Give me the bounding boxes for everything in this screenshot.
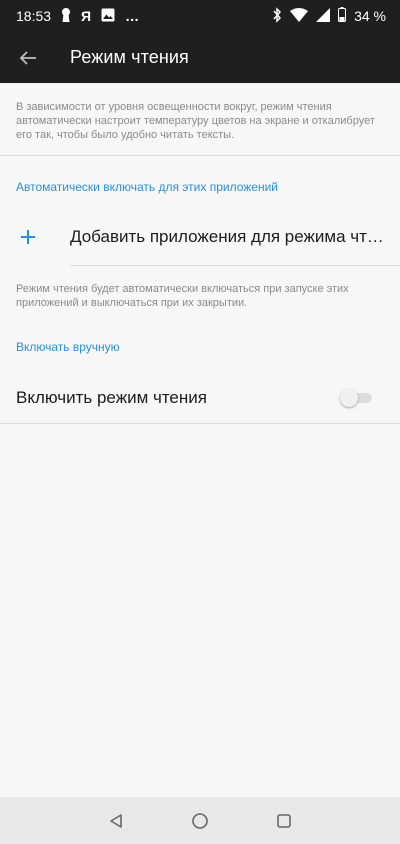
- reading-mode-toggle-row[interactable]: Включить режим чтения: [0, 374, 400, 422]
- image-icon: [101, 8, 115, 25]
- reading-mode-switch[interactable]: [340, 388, 374, 408]
- section-title-auto: Автоматически включать для этих приложен…: [16, 180, 278, 194]
- nav-recents-button[interactable]: [273, 810, 295, 832]
- auto-note: Режим чтения будет автоматически включат…: [16, 283, 349, 309]
- battery-percent: 34 %: [354, 8, 386, 24]
- back-button[interactable]: [0, 32, 56, 83]
- triangle-back-icon: [110, 813, 122, 828]
- more-dots-icon: …: [125, 8, 141, 24]
- navigation-bar: [0, 797, 400, 844]
- toggle-label: Включить режим чтения: [16, 388, 207, 407]
- yandex-icon: Я: [81, 8, 92, 24]
- divider: [0, 155, 400, 156]
- divider: [70, 265, 400, 266]
- clock: 18:53: [16, 8, 52, 24]
- divider: [0, 423, 400, 424]
- bluetooth-icon: [272, 6, 282, 26]
- signal-icon: [316, 7, 331, 25]
- nav-back-button[interactable]: [105, 810, 127, 832]
- section-title-manual: Включать вручную: [16, 340, 120, 354]
- square-recents-icon: [277, 813, 291, 828]
- page-title: Режим чтения: [70, 47, 189, 67]
- switch-thumb: [340, 389, 358, 407]
- status-bar: 18:53 Я … 34 %: [0, 0, 400, 32]
- plus-icon: [0, 208, 56, 266]
- add-apps-item[interactable]: Добавить приложения для режима чтения: [0, 208, 400, 266]
- intro-description: В зависимости от уровня освещенности вок…: [16, 101, 375, 141]
- keyhole-icon: [61, 7, 71, 26]
- app-bar: Режим чтения: [0, 32, 400, 83]
- nav-home-button[interactable]: [189, 810, 211, 832]
- add-apps-label: Добавить приложения для режима чтения: [70, 227, 386, 246]
- circle-home-icon: [192, 812, 208, 829]
- battery-icon: [338, 7, 347, 25]
- wifi-icon: [290, 7, 309, 25]
- arrow-back-icon: [19, 50, 36, 65]
